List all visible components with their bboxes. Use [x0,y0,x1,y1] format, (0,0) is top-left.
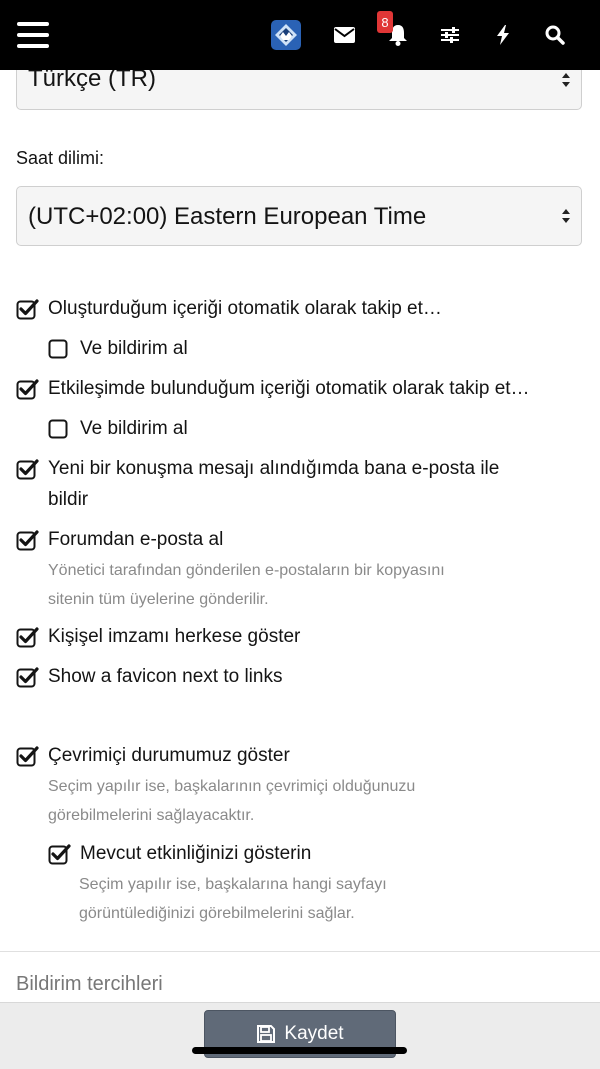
checkbox-unchecked-icon [48,419,68,439]
show-signature-label: Kişişel imzamı herkese göster [48,626,301,647]
show-online-hint-line2: görebilmelerini sağlayacaktır. [48,807,255,824]
show-online-checkbox[interactable]: Çevrimiçi durumumuz göster [16,745,290,767]
show-activity-hint-line2: görüntülediğinizi görebilmelerini sağlar… [79,905,355,922]
forum-email-hint-line2: sitenin tüm üyelerine gönderilir. [48,591,269,608]
select-arrows-icon [562,73,570,87]
home-indicator [192,1047,407,1054]
menu-icon[interactable] [17,22,49,48]
forum-email-hint-line1: Yönetici tarafından gönderilen e-postala… [48,562,445,579]
save-button-label: Kaydet [284,1023,344,1044]
show-signature-checkbox[interactable]: Kişişel imzamı herkese göster [16,626,300,648]
show-online-hint-line1: Seçim yapılır ise, başkalarının çevrimiç… [48,778,416,795]
timezone-select-value: (UTC+02:00) Eastern European Time [28,203,427,230]
show-activity-label: Mevcut etkinliğinizi gösterin [80,843,312,864]
checkbox-checked-icon [16,379,39,400]
follow-created-label: Oluşturduğum içeriği otomatik olarak tak… [48,298,442,319]
checkbox-checked-icon [16,299,39,320]
show-favicon-label: Show a favicon next to links [48,666,283,687]
checkbox-checked-icon [16,627,39,648]
sliders-icon[interactable] [439,21,461,49]
follow-interacted-label: Etkileşimde bulunduğum içeriği otomatik … [48,378,530,399]
forum-email-hint: Yönetici tarafından gönderilen e-postala… [48,556,445,614]
checkbox-checked-icon [16,459,39,480]
follow-interacted-notify-checkbox[interactable]: Ve bildirim al [48,418,188,440]
follow-created-checkbox[interactable]: Oluşturduğum içeriği otomatik olarak tak… [16,298,442,320]
checkbox-checked-icon [16,530,39,551]
show-activity-hint: Seçim yapılır ise, başkalarına hangi say… [79,870,387,928]
show-online-hint: Seçim yapılır ise, başkalarının çevrimiç… [48,772,415,830]
bolt-icon[interactable] [494,21,512,49]
follow-created-notify-label: Ve bildirim al [80,338,188,359]
checkbox-checked-icon [16,746,39,767]
checkbox-checked-icon [16,667,39,688]
section-divider [0,951,600,952]
search-icon[interactable] [544,21,566,49]
checkbox-checked-icon [48,844,71,865]
show-favicon-checkbox[interactable]: Show a favicon next to links [16,666,282,688]
timezone-label: Saat dilimi: [16,148,105,168]
checkbox-unchecked-icon [48,339,68,359]
show-activity-hint-line1: Seçim yapılır ise, başkalarına hangi say… [79,876,387,893]
section-title: Bildirim tercihleri [16,973,163,995]
email-on-conversation-checkbox[interactable]: Yeni bir konuşma mesajı alındığımda bana… [16,458,499,480]
timezone-select[interactable]: (UTC+02:00) Eastern European Time [16,186,582,246]
envelope-icon[interactable] [333,21,355,49]
follow-interacted-checkbox[interactable]: Etkileşimde bulunduğum içeriği otomatik … [16,378,530,400]
email-on-conversation-label-cont: bildir [48,489,89,510]
forum-email-label: Forumdan e-posta al [48,529,224,550]
floppy-disk-icon [257,1025,276,1043]
site-logo-icon[interactable] [270,20,302,50]
follow-interacted-notify-label: Ve bildirim al [80,418,188,439]
show-online-label: Çevrimiçi durumumuz göster [48,745,290,766]
show-activity-checkbox[interactable]: Mevcut etkinliğinizi gösterin [48,843,311,865]
select-arrows-icon [562,209,570,223]
email-on-conversation-label: Yeni bir konuşma mesajı alındığımda bana… [48,458,500,479]
forum-email-checkbox[interactable]: Forumdan e-posta al [16,529,223,551]
notification-badge: 8 [377,11,393,33]
follow-created-notify-checkbox[interactable]: Ve bildirim al [48,338,188,360]
top-navbar: 8 [0,0,600,70]
